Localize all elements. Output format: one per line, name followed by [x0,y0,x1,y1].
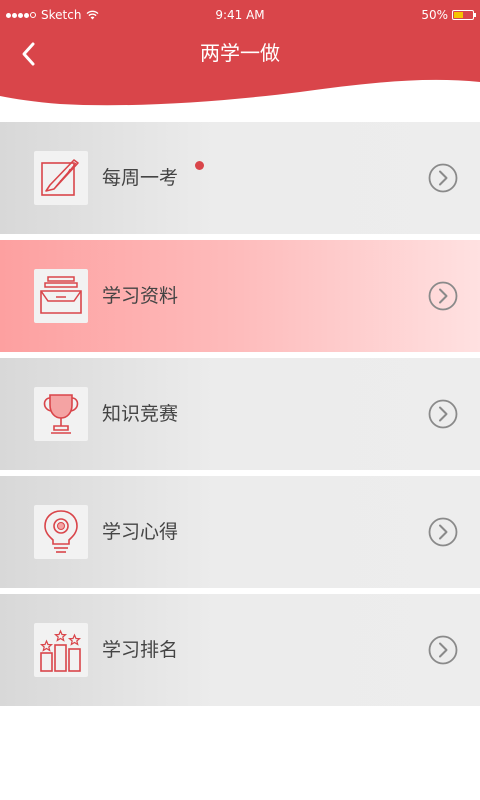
battery-icon [452,10,476,20]
screen: Sketch 9:41 AM 50% 两学一做 每周一考 学习资料 知识竞赛 学… [0,0,480,800]
chevron-right-icon [428,163,458,193]
lightbulb-icon [34,505,88,559]
menu-list: 每周一考 学习资料 知识竞赛 学习心得 学习排名 [0,122,480,712]
menu-item-study-materials[interactable]: 学习资料 [0,240,480,352]
notification-dot [195,161,204,170]
menu-item-knowledge-contest[interactable]: 知识竞赛 [0,358,480,470]
podium-icon [34,623,88,677]
status-time: 9:41 AM [215,8,265,22]
pen-paper-icon [34,151,88,205]
menu-item-label: 每周一考 [102,167,179,189]
status-right: 50% [421,8,476,22]
status-bar: Sketch 9:41 AM 50% [0,0,480,30]
menu-item-study-notes[interactable]: 学习心得 [0,476,480,588]
chevron-right-icon [428,399,458,429]
battery-level-fill [454,12,463,18]
page-title: 两学一做 [200,41,280,65]
file-tray-icon [34,269,88,323]
battery-percent: 50% [421,8,448,22]
trophy-icon [34,387,88,441]
chevron-right-icon [428,517,458,547]
menu-item-label: 学习排名 [102,639,179,661]
menu-item-study-ranking[interactable]: 学习排名 [0,594,480,706]
menu-item-weekly-exam[interactable]: 每周一考 [0,122,480,234]
menu-item-label: 知识竞赛 [102,403,179,425]
menu-item-label: 学习资料 [102,285,179,307]
header: Sketch 9:41 AM 50% 两学一做 [0,0,480,110]
chevron-right-icon [428,281,458,311]
chevron-right-icon [428,635,458,665]
menu-item-label: 学习心得 [102,521,179,543]
